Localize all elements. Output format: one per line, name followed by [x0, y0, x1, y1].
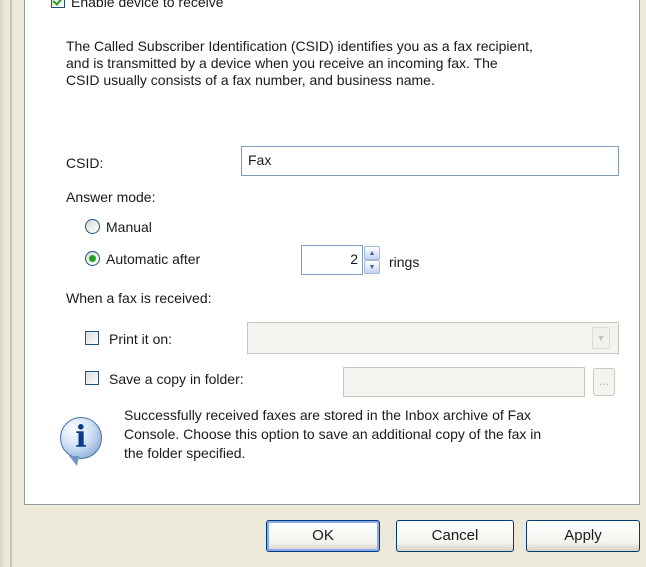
- save-copy-checkbox[interactable]: [85, 371, 99, 385]
- print-label: Print it on:: [109, 331, 173, 347]
- info-icon-tail: [69, 456, 79, 466]
- when-received-label: When a fax is received:: [66, 290, 212, 306]
- fax-properties-dialog: Enable device to receive The Called Subs…: [0, 0, 646, 567]
- answer-mode-label: Answer mode:: [66, 189, 156, 205]
- chevron-down-icon[interactable]: ▼: [592, 327, 610, 349]
- info-icon: i: [60, 417, 102, 459]
- info-text-line-3: the folder specified.: [124, 445, 246, 461]
- manual-radio[interactable]: [85, 219, 100, 234]
- automatic-radio[interactable]: [85, 251, 100, 266]
- info-text-line-1: Successfully received faxes are stored i…: [124, 407, 531, 423]
- window-left-border: [0, 0, 14, 567]
- csid-description-line-1: The Called Subscriber Identification (CS…: [66, 38, 533, 54]
- save-copy-label: Save a copy in folder:: [109, 371, 244, 387]
- csid-label: CSID:: [66, 155, 104, 171]
- csid-description-line-3: CSID usually consists of a fax number, a…: [66, 72, 435, 88]
- spin-up-icon[interactable]: ▲: [364, 246, 380, 260]
- ok-button[interactable]: OK: [266, 520, 380, 552]
- folder-input[interactable]: [343, 367, 585, 397]
- enable-receive-checkbox[interactable]: [51, 0, 65, 8]
- cancel-button[interactable]: Cancel: [396, 520, 514, 552]
- tab-panel: Enable device to receive The Called Subs…: [24, 0, 640, 505]
- apply-button[interactable]: Apply: [526, 520, 640, 552]
- csid-input[interactable]: Fax: [241, 146, 619, 176]
- print-checkbox[interactable]: [85, 331, 99, 345]
- manual-label: Manual: [106, 219, 152, 235]
- automatic-label: Automatic after: [106, 251, 201, 267]
- printer-select[interactable]: [247, 322, 619, 354]
- info-text-line-2: Console. Choose this option to save an a…: [124, 426, 542, 442]
- spin-down-icon[interactable]: ▼: [364, 260, 380, 274]
- csid-description-line-2: and is transmitted by a device when you …: [66, 55, 498, 71]
- enable-receive-label: Enable device to receive: [71, 0, 224, 10]
- rings-input[interactable]: 2: [301, 245, 363, 275]
- browse-folder-button[interactable]: ...: [593, 368, 615, 396]
- rings-label: rings: [389, 254, 420, 270]
- rings-spinner[interactable]: ▲ ▼: [364, 246, 380, 274]
